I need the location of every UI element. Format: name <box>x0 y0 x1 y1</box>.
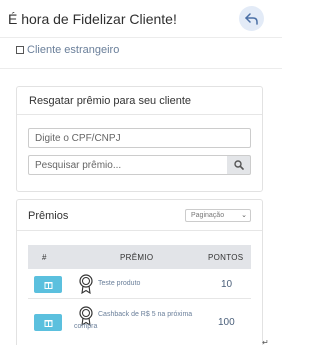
redeem-card: Resgatar prêmio para seu cliente <box>16 86 263 192</box>
prize-name: Teste produto <box>98 280 141 287</box>
cursor-icon: ↵ <box>262 338 269 345</box>
prizes-title: Prêmios <box>28 210 69 222</box>
redeem-gift-button[interactable] <box>34 276 62 293</box>
pagination-select-value: Paginação <box>191 212 225 219</box>
prizes-card: Prêmios Paginação ⌄ # PRÊMIO PONTOS Test… <box>16 199 263 345</box>
prize-name: Cashback de R$ 5 na próxima compra <box>74 311 193 330</box>
table-row: Cashback de R$ 5 na próxima compra 100 <box>28 300 251 340</box>
prize-points: 10 <box>221 279 233 290</box>
gift-icon <box>44 282 52 289</box>
chevron-down-icon: ⌄ <box>241 212 247 219</box>
column-header-index: # <box>42 253 47 262</box>
search-icon <box>233 160 244 170</box>
header: É hora de Fidelizar Cliente! <box>0 0 282 38</box>
foreign-customer-option[interactable]: Cliente estrangeiro <box>16 44 119 56</box>
back-arrow-icon <box>244 12 258 25</box>
redeem-card-header: Resgatar prêmio para seu cliente <box>17 87 262 115</box>
divider <box>0 68 282 69</box>
table-header: # PRÊMIO PONTOS <box>28 245 251 269</box>
prize-search-input[interactable] <box>28 155 228 175</box>
back-button[interactable] <box>239 6 264 31</box>
divider <box>17 230 262 231</box>
foreign-customer-checkbox[interactable] <box>16 46 24 54</box>
pagination-select[interactable]: Paginação ⌄ <box>185 209 251 222</box>
column-header-prize: PRÊMIO <box>120 253 154 262</box>
page-title: É hora de Fidelizar Cliente! <box>8 11 177 27</box>
column-header-points: PONTOS <box>208 253 244 262</box>
cpf-input[interactable] <box>28 128 251 148</box>
search-button[interactable] <box>227 155 251 175</box>
redeem-gift-button[interactable] <box>34 314 62 331</box>
medal-icon <box>79 274 93 294</box>
redeem-card-title: Resgatar prêmio para seu cliente <box>29 95 192 107</box>
foreign-customer-label[interactable]: Cliente estrangeiro <box>27 44 119 56</box>
gift-icon <box>44 320 52 327</box>
prize-points: 100 <box>218 317 235 328</box>
table-row: Teste produto 10 <box>28 269 251 299</box>
